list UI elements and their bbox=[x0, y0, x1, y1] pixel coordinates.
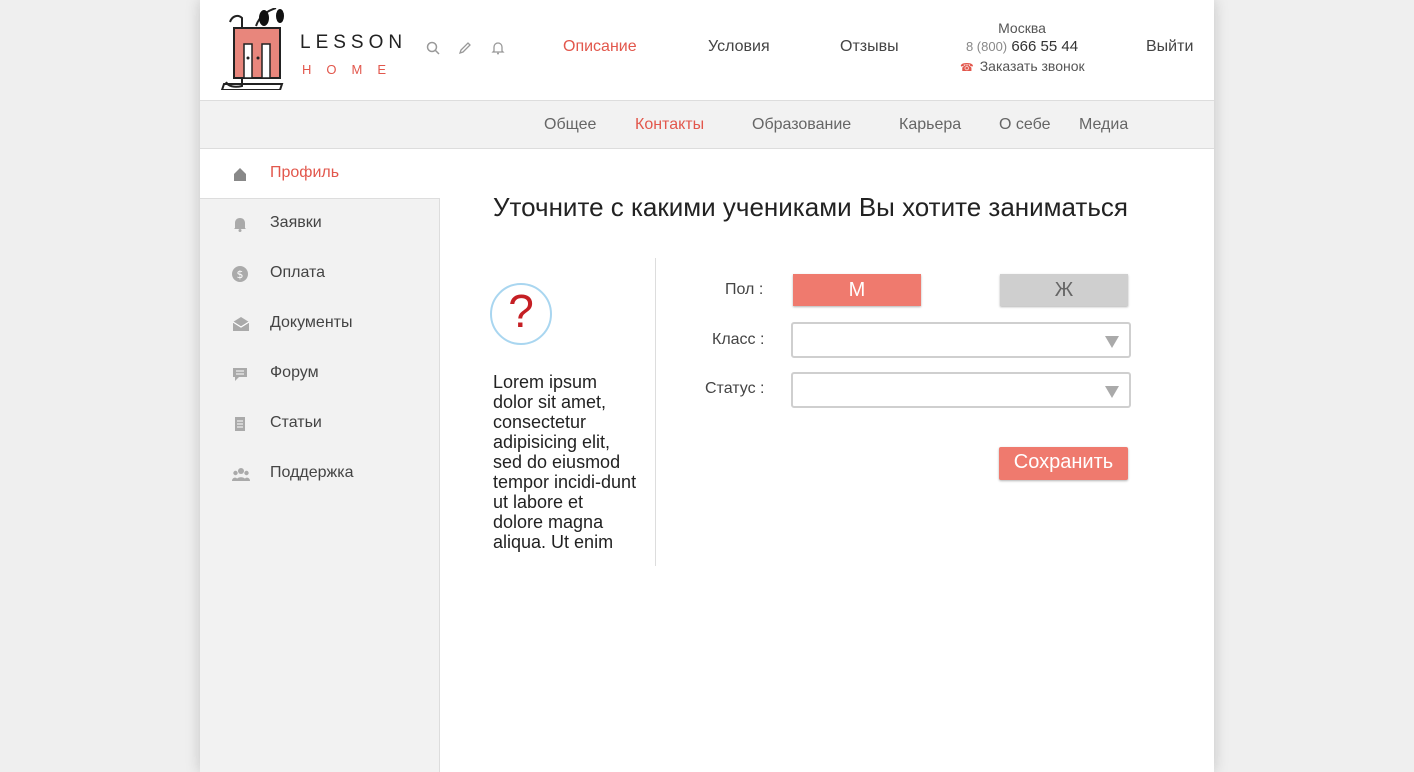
page: LESSON HOME Описание Условия Отзывы Моск… bbox=[200, 0, 1214, 772]
sidebar: Профиль Заявки $ Оплата Документы Форум bbox=[200, 149, 440, 772]
sidebar-item-forum[interactable]: Форум bbox=[200, 349, 439, 398]
tab-contacts[interactable]: Контакты bbox=[635, 116, 704, 134]
class-select[interactable] bbox=[791, 322, 1131, 358]
status-select[interactable] bbox=[791, 372, 1131, 408]
chat-icon bbox=[232, 366, 248, 382]
bell-icon[interactable] bbox=[491, 41, 507, 57]
nav-conditions[interactable]: Условия bbox=[708, 38, 770, 56]
tab-media[interactable]: Медиа bbox=[1079, 116, 1128, 134]
sidebar-label: Документы bbox=[270, 314, 353, 331]
bell-icon bbox=[232, 216, 248, 232]
sidebar-item-requests[interactable]: Заявки bbox=[200, 199, 439, 248]
sidebar-label: Заявки bbox=[270, 214, 322, 231]
city: Москва bbox=[998, 20, 1046, 36]
sidebar-item-payment[interactable]: $ Оплата bbox=[200, 249, 439, 298]
callback-link[interactable]: ☎ Заказать звонок bbox=[960, 58, 1085, 74]
profile-subnav: Общее Контакты Образование Карьера О себ… bbox=[200, 101, 1214, 149]
contact-block: Москва 8 (800) 666 55 44 ☎ Заказать звоно… bbox=[960, 20, 1085, 74]
pencil-icon[interactable] bbox=[458, 41, 474, 57]
chevron-down-icon bbox=[1105, 386, 1119, 398]
help-icon: ? bbox=[490, 283, 552, 345]
sidebar-label: Форум bbox=[270, 364, 319, 381]
sidebar-item-profile[interactable]: Профиль bbox=[200, 149, 440, 199]
sidebar-label: Поддержка bbox=[270, 464, 354, 481]
chevron-down-icon bbox=[1105, 336, 1119, 348]
tab-career[interactable]: Карьера bbox=[899, 116, 961, 134]
phone-number: 666 55 44 bbox=[1011, 38, 1079, 55]
logo-word: LESSON bbox=[300, 32, 408, 53]
sidebar-label: Оплата bbox=[270, 264, 326, 281]
tab-about[interactable]: О себе bbox=[999, 116, 1051, 134]
sidebar-item-documents[interactable]: Документы bbox=[200, 299, 439, 348]
article-icon bbox=[232, 416, 248, 432]
gender-male-button[interactable]: М bbox=[793, 274, 921, 306]
class-label: Класс : bbox=[712, 331, 765, 348]
svg-text:$: $ bbox=[237, 268, 244, 281]
status-label: Статус : bbox=[705, 380, 765, 397]
sidebar-item-articles[interactable]: Статьи bbox=[200, 399, 439, 448]
search-icon[interactable] bbox=[426, 41, 442, 57]
phone-icon: ☎ bbox=[960, 62, 974, 74]
callback-label: Заказать звонок bbox=[979, 58, 1085, 74]
sidebar-label: Статьи bbox=[270, 414, 322, 431]
dollar-icon: $ bbox=[232, 266, 248, 282]
logo-subword: HOME bbox=[302, 62, 401, 77]
sidebar-item-support[interactable]: Поддержка bbox=[200, 449, 439, 498]
nav-reviews[interactable]: Отзывы bbox=[840, 38, 899, 56]
help-symbol: ? bbox=[508, 285, 534, 337]
home-icon bbox=[232, 166, 248, 182]
users-icon bbox=[232, 466, 250, 482]
envelope-icon bbox=[232, 316, 250, 332]
save-button[interactable]: Сохранить bbox=[999, 447, 1128, 480]
divider bbox=[655, 258, 656, 566]
logo-house-icon bbox=[220, 8, 284, 90]
gender-label: Пол : bbox=[725, 281, 764, 298]
tab-general[interactable]: Общее bbox=[544, 116, 596, 134]
nav-description[interactable]: Описание bbox=[563, 38, 637, 56]
logout-link[interactable]: Выйти bbox=[1146, 38, 1193, 56]
page-title: Уточните с какими учениками Вы хотите за… bbox=[493, 192, 1128, 222]
sidebar-label: Профиль bbox=[270, 164, 340, 181]
tab-education[interactable]: Образование bbox=[752, 116, 851, 134]
phone[interactable]: 8 (800) 666 55 44 bbox=[960, 38, 1084, 55]
phone-code: 8 (800) bbox=[965, 39, 1008, 54]
logo[interactable]: LESSON HOME bbox=[220, 8, 402, 90]
help-text: Lorem ipsum dolor sit amet, consectetur … bbox=[493, 372, 637, 552]
header: LESSON HOME Описание Условия Отзывы Моск… bbox=[200, 0, 1214, 101]
header-icons bbox=[426, 40, 519, 58]
gender-female-button[interactable]: Ж bbox=[1000, 274, 1128, 306]
